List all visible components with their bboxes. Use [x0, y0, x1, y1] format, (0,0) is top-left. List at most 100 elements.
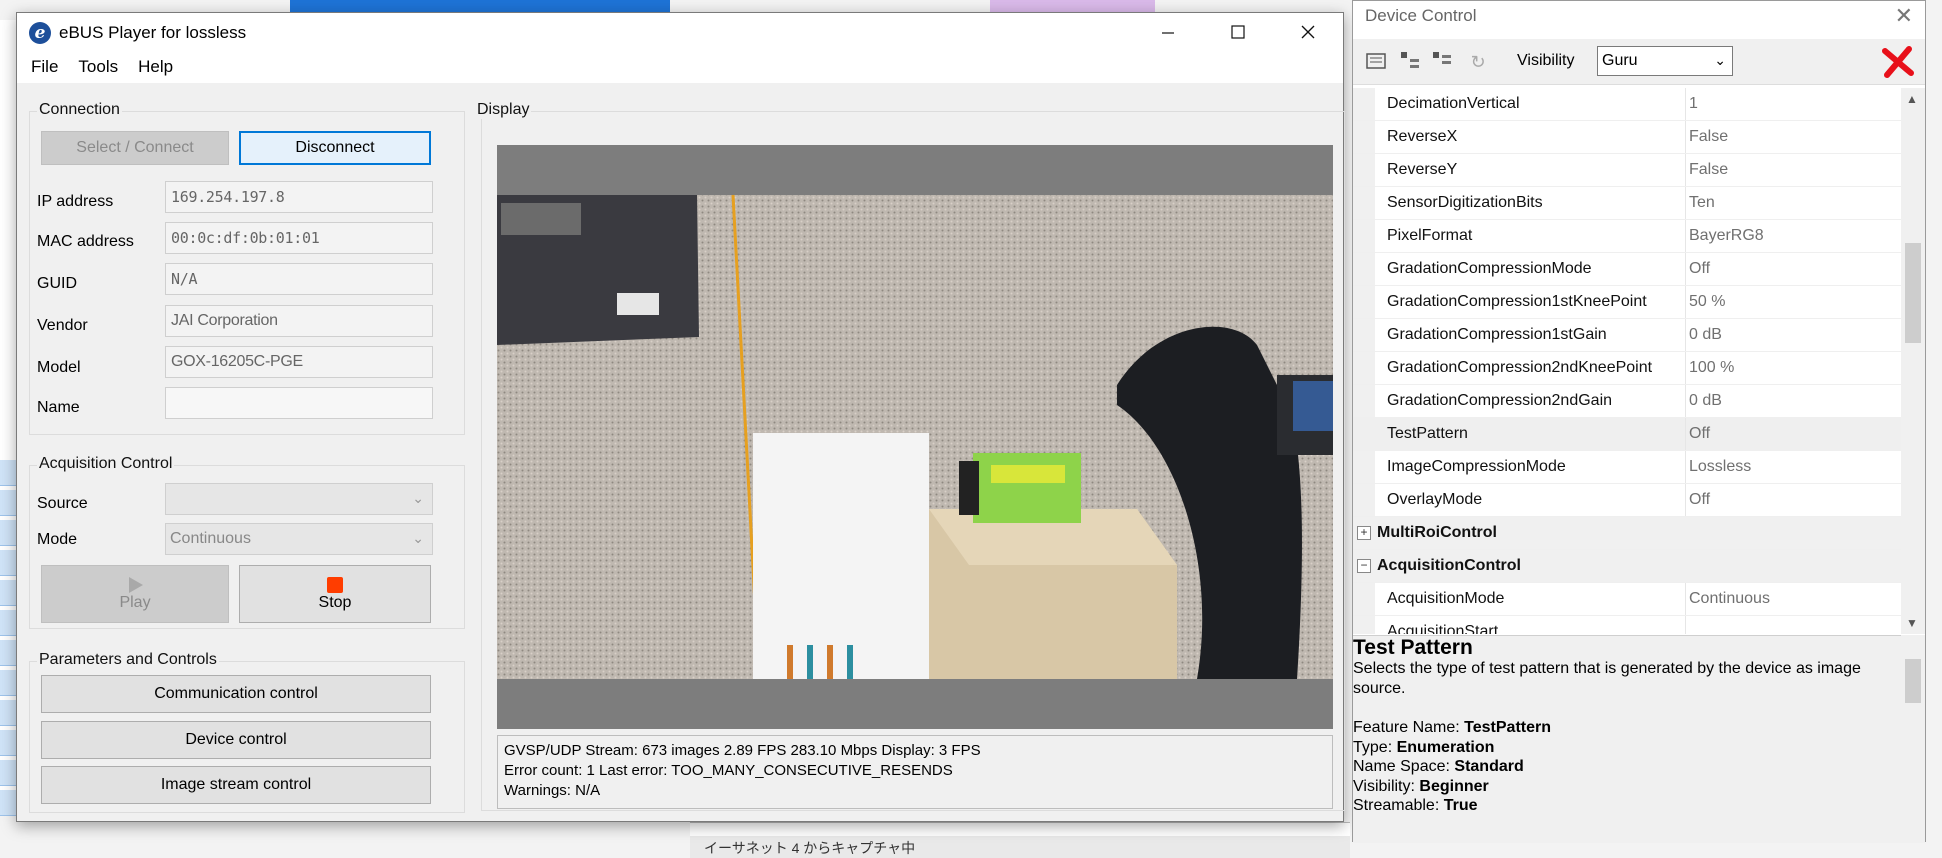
stream-statistics: GVSP/UDP Stream: 673 images 2.89 FPS 283… — [497, 735, 1333, 809]
property-row[interactable]: ReverseY False — [1353, 154, 1901, 187]
close-button[interactable] — [1273, 13, 1343, 51]
device-control-title: Device Control — [1365, 6, 1477, 25]
ip-address-field[interactable]: 169.254.197.8 — [165, 181, 433, 213]
minimize-button[interactable] — [1133, 13, 1203, 51]
property-row[interactable]: GradationCompression2ndGain 0 dB — [1353, 385, 1901, 418]
menu-help[interactable]: Help — [128, 51, 183, 83]
chevron-down-icon: ⌄ — [1714, 52, 1726, 68]
property-row[interactable]: GradationCompression2ndKneePoint 100 % — [1353, 352, 1901, 385]
scrollbar-thumb[interactable] — [1905, 659, 1921, 703]
property-row[interactable]: ImageCompressionMode Lossless — [1353, 451, 1901, 484]
device-control-titlebar[interactable]: Device Control ✕ — [1353, 1, 1925, 31]
property-value: Continuous — [1689, 590, 1770, 607]
warnings-line: Warnings: N/A — [504, 782, 601, 799]
property-row[interactable]: OverlayMode Off — [1353, 484, 1901, 517]
property-row[interactable]: SensorDigitizationBits Ten — [1353, 187, 1901, 220]
property-name: GradationCompression2ndGain — [1387, 392, 1613, 409]
guid-field[interactable]: N/A — [165, 263, 433, 295]
play-icon — [129, 577, 143, 593]
property-name: ImageCompressionMode — [1387, 458, 1566, 475]
stop-red-x-icon[interactable] — [1879, 43, 1917, 81]
property-row[interactable]: GradationCompressionMode Off — [1353, 253, 1901, 286]
vendor-field[interactable]: JAI Corporation — [165, 305, 433, 337]
communication-control-button[interactable]: Communication control — [41, 675, 431, 713]
property-value: Off — [1689, 260, 1711, 277]
model-label: Model — [37, 359, 81, 376]
property-value: 0 dB — [1689, 326, 1722, 343]
property-name: SensorDigitizationBits — [1387, 194, 1543, 211]
play-button[interactable]: Play — [41, 565, 229, 623]
categorized-view-icon[interactable] — [1363, 49, 1389, 75]
visibility-dropdown[interactable]: Guru ⌄ — [1597, 46, 1733, 76]
scroll-up-icon[interactable]: ▲ — [1906, 92, 1918, 106]
property-value: 0 dB — [1689, 392, 1722, 409]
property-row[interactable]: GradationCompression1stKneePoint 50 % — [1353, 286, 1901, 319]
maximize-button[interactable] — [1203, 13, 1273, 51]
menu-file[interactable]: File — [21, 51, 68, 83]
minimize-icon — [1162, 32, 1174, 34]
parameters-group-label: Parameters and Controls — [37, 651, 219, 669]
description-panel: Test Pattern Selects the type of test pa… — [1353, 635, 1901, 843]
property-row[interactable]: DecimationVertical 1 — [1353, 88, 1901, 121]
app-logo-icon: e — [29, 22, 51, 44]
collapse-minus-icon[interactable]: − — [1357, 559, 1371, 573]
property-row-selected[interactable]: TestPattern Off — [1353, 418, 1901, 451]
property-name: GradationCompression1stKneePoint — [1387, 293, 1647, 310]
close-icon[interactable]: ✕ — [1895, 3, 1913, 29]
property-name: TestPattern — [1387, 425, 1468, 442]
category-name: AcquisitionControl — [1377, 557, 1521, 574]
mode-value: Continuous — [170, 530, 251, 547]
property-grid-scrollbar[interactable]: ▲ ▼ — [1901, 88, 1925, 634]
property-row[interactable]: AcquisitionMode Continuous — [1353, 583, 1901, 616]
mode-dropdown[interactable]: Continuous ⌄ — [165, 523, 433, 555]
select-connect-button[interactable]: Select / Connect — [41, 131, 229, 165]
visibility-value: Guru — [1602, 52, 1638, 69]
refresh-icon[interactable]: ↻ — [1465, 49, 1491, 75]
menu-bar: File Tools Help — [17, 51, 1343, 83]
streamable-line: Streamable: True — [1353, 797, 1478, 814]
property-name: GradationCompression1stGain — [1387, 326, 1607, 343]
camera-image — [497, 145, 1333, 729]
video-display[interactable] — [497, 145, 1333, 729]
property-value: BayerRG8 — [1689, 227, 1764, 244]
device-control-button[interactable]: Device control — [41, 721, 431, 759]
expand-plus-icon[interactable]: + — [1357, 526, 1371, 540]
mode-label: Mode — [37, 531, 78, 548]
property-value: False — [1689, 161, 1729, 178]
property-row[interactable]: AcquisitionStart — [1353, 616, 1901, 634]
menu-tools[interactable]: Tools — [68, 51, 128, 83]
scrollbar-thumb[interactable] — [1905, 243, 1921, 343]
display-group-label: Display — [475, 101, 532, 119]
stream-stats-line: GVSP/UDP Stream: 673 images 2.89 FPS 283… — [504, 742, 981, 759]
scroll-down-icon[interactable]: ▼ — [1906, 616, 1918, 630]
source-dropdown[interactable]: ⌄ — [165, 483, 433, 515]
property-value: 50 % — [1689, 293, 1726, 310]
expand-all-icon[interactable] — [1397, 49, 1423, 75]
model-field[interactable]: GOX-16205C-PGE — [165, 346, 433, 378]
chevron-down-icon: ⌄ — [412, 490, 424, 506]
image-stream-control-button[interactable]: Image stream control — [41, 766, 431, 804]
disconnect-button[interactable]: Disconnect — [239, 131, 431, 165]
property-row[interactable]: PixelFormat BayerRG8 — [1353, 220, 1901, 253]
collapse-all-icon[interactable] — [1429, 49, 1455, 75]
property-name: PixelFormat — [1387, 227, 1473, 244]
background-status-text: イーサネット 4 からキャプチャ中 — [690, 836, 1350, 858]
property-name: DecimationVertical — [1387, 95, 1520, 112]
name-field[interactable] — [165, 387, 433, 419]
title-bar[interactable]: e eBUS Player for lossless — [17, 13, 1343, 51]
property-value: Off — [1689, 425, 1711, 442]
property-value: Ten — [1689, 194, 1715, 211]
category-row[interactable]: + MultiRoiControl — [1353, 517, 1901, 550]
category-row[interactable]: − AcquisitionControl — [1353, 550, 1901, 583]
mac-address-field[interactable]: 00:0c:df:0b:01:01 — [165, 222, 433, 254]
stop-button[interactable]: Stop — [239, 565, 431, 623]
type-line: Type: Enumeration — [1353, 738, 1495, 756]
property-row[interactable]: ReverseX False — [1353, 121, 1901, 154]
description-scrollbar[interactable] — [1901, 635, 1925, 843]
property-name: GradationCompressionMode — [1387, 260, 1592, 277]
visibility-label: Visibility — [1517, 52, 1575, 69]
property-name: AcquisitionStart — [1387, 623, 1499, 634]
source-label: Source — [37, 495, 88, 512]
property-name: GradationCompression2ndKneePoint — [1387, 359, 1653, 376]
property-row[interactable]: GradationCompression1stGain 0 dB — [1353, 319, 1901, 352]
